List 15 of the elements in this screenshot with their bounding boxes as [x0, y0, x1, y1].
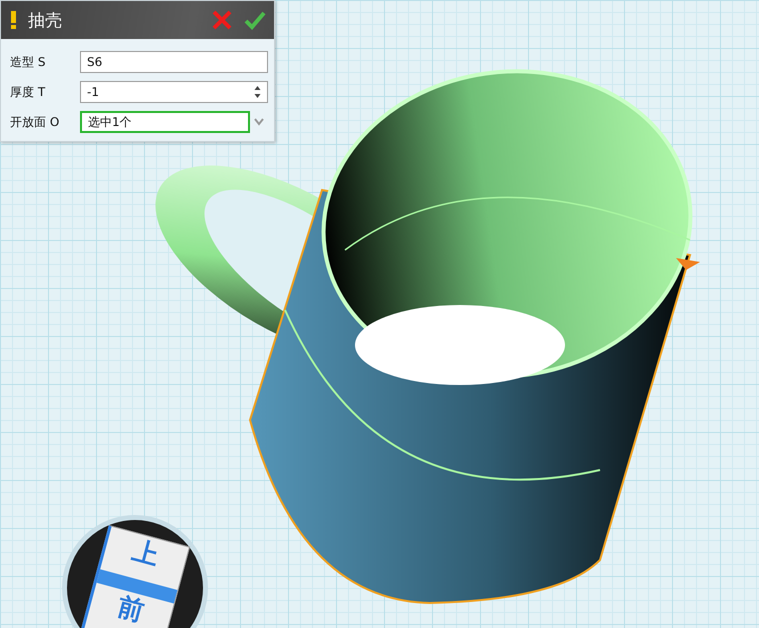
input-field[interactable]: 选中1个 [80, 111, 250, 133]
field-label: 造型 S [10, 54, 46, 70]
field-label: 厚度 T [10, 84, 46, 100]
cube-face-label[interactable]: 上 [130, 538, 162, 570]
input-field[interactable]: S6 [80, 51, 268, 73]
input-field[interactable]: -1 [80, 81, 268, 103]
warning-icon [11, 11, 16, 29]
chevron-down-icon[interactable] [254, 118, 264, 126]
cube-face-label[interactable]: 前 [114, 594, 147, 626]
view-cube[interactable]: 上 前 [80, 525, 190, 628]
spinner-arrows-icon[interactable] [254, 85, 261, 99]
dialog-title: 抽壳 [28, 10, 63, 32]
view-cube-dial[interactable]: 上 前 [62, 515, 208, 628]
check-icon[interactable] [244, 10, 266, 30]
field-label: 开放面 O [10, 114, 60, 130]
